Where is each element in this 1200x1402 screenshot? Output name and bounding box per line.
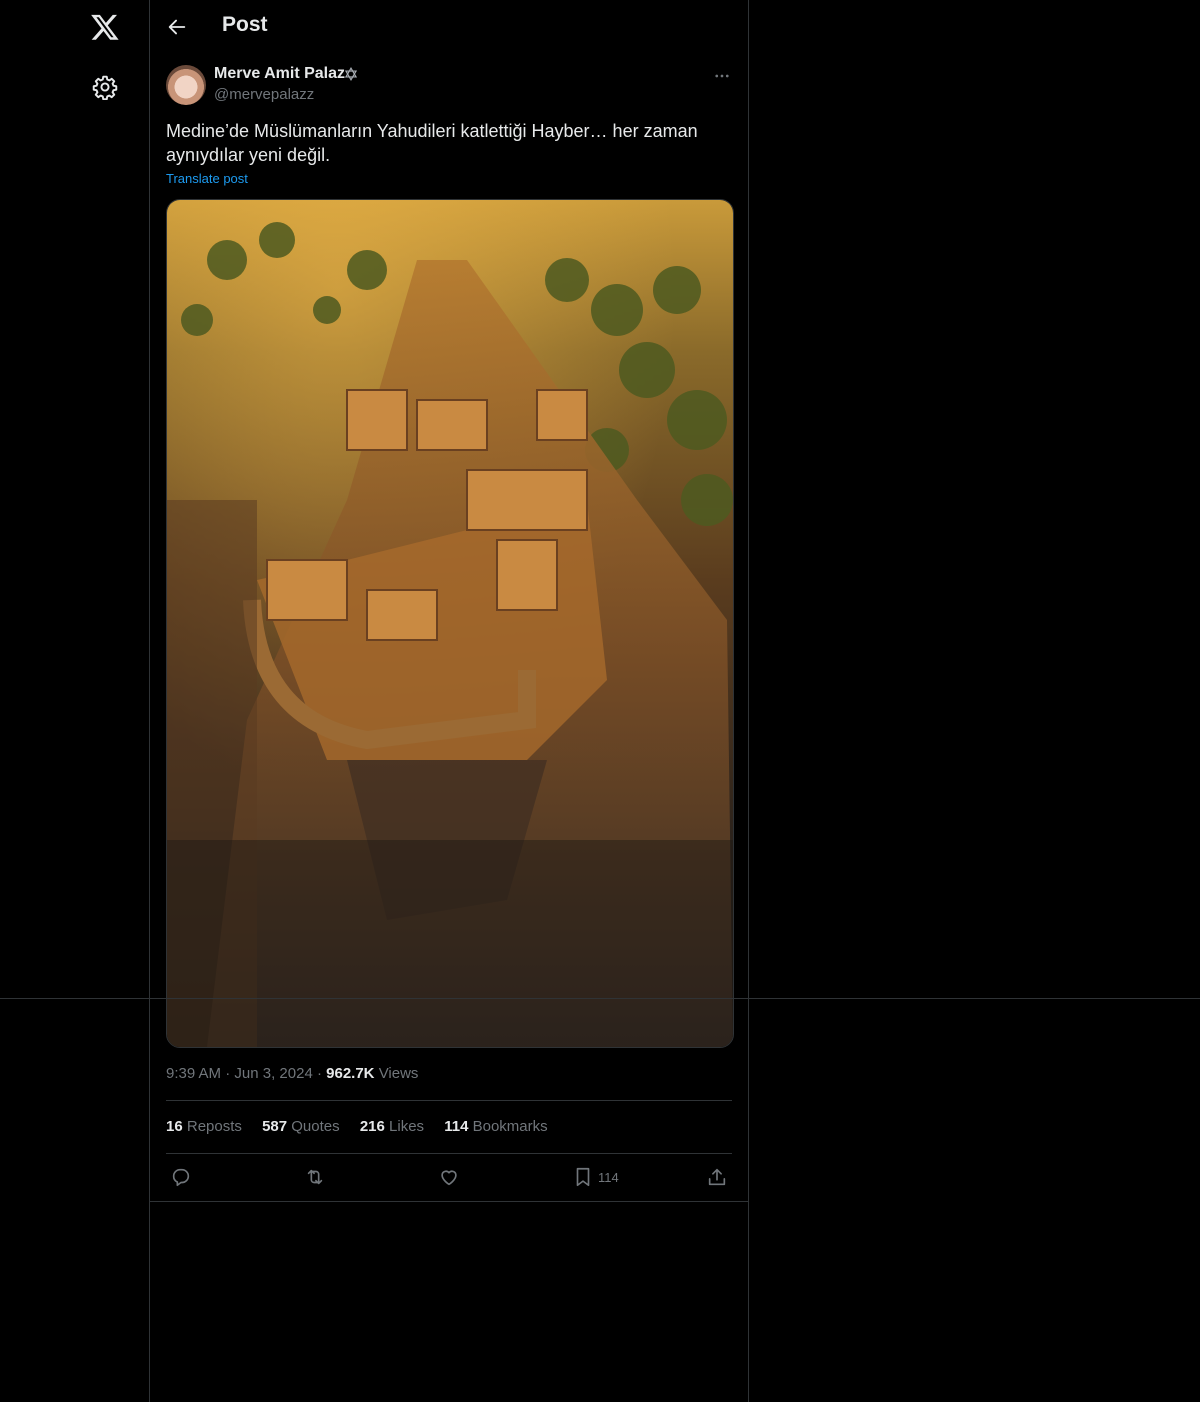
- stat-label: Quotes: [291, 1118, 340, 1135]
- page-title: Post: [222, 13, 268, 36]
- post-image[interactable]: [166, 199, 734, 1048]
- post-date[interactable]: Jun 3, 2024: [234, 1065, 312, 1082]
- arrow-left-icon[interactable]: [166, 16, 188, 38]
- stat-count: 16: [166, 1118, 183, 1135]
- fortress-aerial-photo: [167, 200, 733, 1047]
- repost-button[interactable]: [304, 1165, 326, 1189]
- like-button[interactable]: [438, 1165, 460, 1189]
- reply-button[interactable]: [170, 1165, 192, 1189]
- stat-label: Likes: [389, 1118, 425, 1135]
- bookmark-count: 114: [598, 1169, 619, 1185]
- reply-icon: [172, 1168, 190, 1187]
- divider: [150, 1201, 748, 1202]
- post-time[interactable]: 9:39 AM: [166, 1065, 221, 1082]
- post-text: Medine’de Müslümanların Yahudileri katle…: [166, 121, 698, 165]
- stat-bookmarks[interactable]: 114 Bookmarks: [444, 1118, 547, 1135]
- post-meta: 9:39 AM · Jun 3, 2024 · 962.7K Views: [166, 1065, 418, 1082]
- meta-dot: ·: [225, 1065, 235, 1082]
- top-bar: Post: [150, 0, 748, 54]
- sidebar: [0, 0, 149, 1402]
- bookmark-button[interactable]: 114: [572, 1165, 619, 1189]
- avatar[interactable]: [166, 65, 206, 105]
- translate-post-link[interactable]: Translate post: [166, 171, 248, 186]
- horizontal-guide-line: [0, 998, 1200, 999]
- meta-dot: ·: [316, 1065, 327, 1082]
- stat-count: 216: [359, 1118, 385, 1135]
- gear-icon[interactable]: [92, 74, 118, 100]
- post-column: Post Merve Amit Palaz @mervepalazz Medin…: [150, 0, 748, 1402]
- divider: [166, 1100, 732, 1101]
- stat-count: 587: [262, 1118, 288, 1135]
- heart-icon: [441, 1170, 457, 1186]
- bookmark-icon: [576, 1167, 590, 1187]
- share-button[interactable]: [706, 1165, 728, 1189]
- stat-label: Reposts: [186, 1118, 242, 1135]
- stat-count: 114: [444, 1118, 469, 1135]
- divider: [166, 1153, 732, 1154]
- share-icon: [708, 1168, 726, 1186]
- stat-reposts[interactable]: 16 Reposts: [166, 1118, 242, 1135]
- views-count: 962.7K: [326, 1065, 375, 1082]
- engagement-stats: 16 Reposts 587 Quotes 216 Likes 114 Book…: [166, 1118, 564, 1135]
- author-name[interactable]: Merve Amit Palaz: [214, 65, 345, 83]
- star-of-david-icon: [344, 67, 358, 81]
- more-horizontal-icon[interactable]: [712, 67, 732, 85]
- x-logo-icon[interactable]: [90, 12, 120, 42]
- action-bar: 114: [150, 1163, 748, 1191]
- author-handle[interactable]: @mervepalazz: [214, 86, 314, 103]
- stat-label: Bookmarks: [472, 1118, 548, 1135]
- divider-right: [748, 0, 749, 1402]
- views-label: Views: [378, 1065, 419, 1082]
- stat-likes[interactable]: 216 Likes: [360, 1118, 424, 1135]
- repost-icon: [307, 1169, 323, 1185]
- stat-quotes[interactable]: 587 Quotes: [262, 1118, 340, 1135]
